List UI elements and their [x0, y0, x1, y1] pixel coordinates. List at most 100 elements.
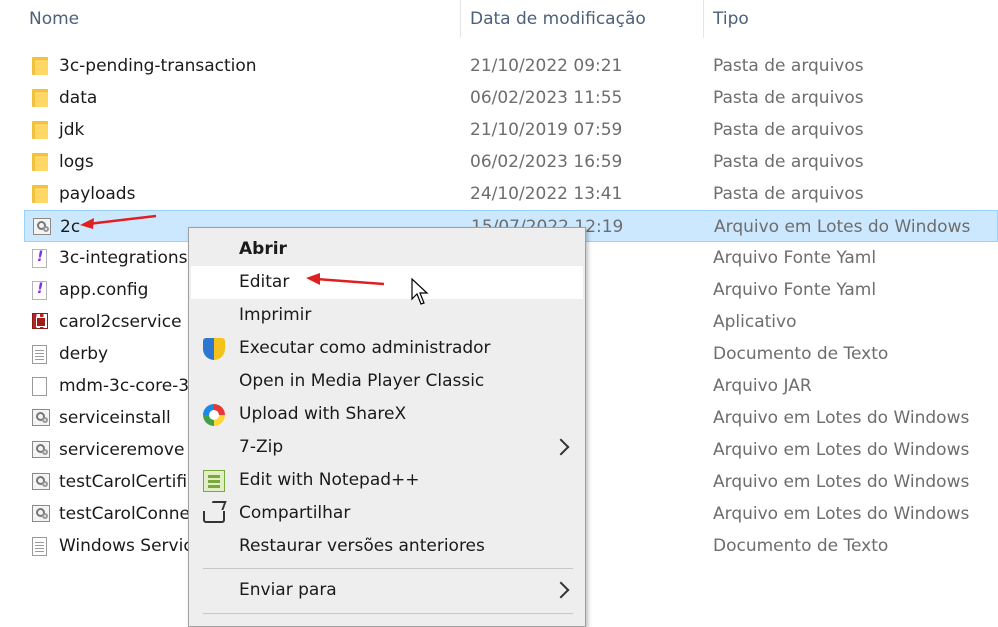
menu-item-label: Upload with ShareX — [239, 404, 407, 424]
file-date-modified: 24/10/2022 13:41 — [470, 184, 623, 204]
file-type: Arquivo em Lotes do Windows — [713, 440, 970, 460]
menu-item-label: Enviar para — [239, 580, 337, 600]
column-header-date[interactable]: Data de modificação — [470, 9, 646, 29]
gear-shape — [42, 417, 48, 423]
text-file-icon — [32, 537, 47, 556]
folder-front-shape — [35, 188, 48, 203]
file-type: Arquivo JAR — [713, 376, 812, 396]
menu-item-label: Imprimir — [239, 305, 312, 325]
menu-item-compartilhar[interactable]: Compartilhar — [191, 497, 583, 530]
file-date-modified: 06/02/2023 11:55 — [470, 88, 623, 108]
file-name: 3c-pending-transaction — [59, 56, 257, 76]
yaml-file-icon: ! — [32, 249, 47, 268]
sharex-icon — [203, 404, 225, 426]
menu-item-executar-como-administrador[interactable]: Executar como administrador — [191, 332, 583, 365]
file-name: jdk — [59, 120, 85, 140]
submenu-chevron-icon — [552, 581, 570, 599]
file-name: serviceremove — [59, 440, 185, 460]
file-type: Arquivo em Lotes do Windows — [713, 504, 970, 524]
folder-icon — [32, 89, 48, 107]
text-file-icon — [32, 345, 47, 364]
file-name: payloads — [59, 184, 136, 204]
column-divider[interactable] — [703, 0, 704, 38]
menu-item-label: Executar como administrador — [239, 338, 491, 358]
file-row[interactable]: logs 06/02/2023 16:59 Pasta de arquivos — [24, 146, 998, 178]
menu-item-editar[interactable]: Editar — [191, 266, 583, 299]
menu-item-open-in-media-player-classic[interactable]: Open in Media Player Classic — [191, 365, 583, 398]
cursor-arrow-shape — [411, 278, 429, 305]
file-type: Arquivo em Lotes do Windows — [714, 217, 971, 237]
batch-file-icon — [33, 218, 51, 235]
menu-item-abrir[interactable]: Abrir — [191, 233, 583, 266]
jar-file-icon — [32, 377, 47, 396]
file-name: derby — [59, 344, 109, 364]
gear-shape — [42, 513, 48, 519]
file-type: Arquivo Fonte Yaml — [713, 248, 877, 268]
column-header-type[interactable]: Tipo — [713, 9, 749, 29]
share-icon — [203, 511, 225, 523]
menu-item-label: Restaurar versões anteriores — [239, 536, 485, 556]
uac-shield-icon — [203, 338, 225, 360]
exclamation-glyph: ! — [37, 281, 44, 297]
file-type: Arquivo Fonte Yaml — [713, 280, 877, 300]
file-date-modified: 06/02/2023 16:59 — [470, 152, 623, 172]
menu-item-label: Edit with Notepad++ — [239, 470, 420, 490]
sort-caret-icon[interactable] — [229, 0, 245, 7]
batch-file-icon — [32, 409, 50, 426]
menu-item-restaurar-versoes-anteriores[interactable]: Restaurar versões anteriores — [191, 530, 583, 563]
column-divider[interactable] — [460, 0, 461, 38]
file-row[interactable]: jdk 21/10/2019 07:59 Pasta de arquivos — [24, 114, 998, 146]
file-name: testCarolCertifica — [59, 472, 207, 492]
file-row[interactable]: 3c-pending-transaction 21/10/2022 09:21 Pa… — [24, 50, 998, 82]
file-type: Documento de Texto — [713, 344, 889, 364]
file-date-modified: 21/10/2019 07:59 — [470, 120, 623, 140]
folder-icon — [32, 185, 48, 203]
file-type: Pasta de arquivos — [713, 56, 864, 76]
file-name: carol2cservice — [59, 312, 182, 332]
exclamation-glyph: ! — [37, 249, 44, 265]
file-type: Arquivo em Lotes do Windows — [713, 408, 970, 428]
file-type: Pasta de arquivos — [713, 152, 864, 172]
menu-item-label: Abrir — [239, 239, 287, 259]
notepad-plus-plus-icon — [203, 470, 225, 492]
file-name: mdm-3c-core-3. — [59, 376, 195, 396]
folder-front-shape — [35, 92, 48, 107]
file-row[interactable]: data 06/02/2023 11:55 Pasta de arquivos — [24, 82, 998, 114]
file-type: Pasta de arquivos — [713, 120, 864, 140]
batch-file-icon — [32, 441, 50, 458]
file-type: Pasta de arquivos — [713, 88, 864, 108]
gear-shape — [42, 481, 48, 487]
column-header-name[interactable]: Nome — [29, 9, 79, 29]
file-type: Aplicativo — [713, 312, 797, 332]
menu-separator — [203, 568, 573, 569]
file-name: testCarolConnec — [59, 504, 200, 524]
menu-item-label: Open in Media Player Classic — [239, 371, 485, 391]
menu-item-upload-with-sharex[interactable]: Upload with ShareX — [191, 398, 583, 431]
menu-item-7-zip[interactable]: 7-Zip — [191, 431, 583, 464]
file-type: Documento de Texto — [713, 536, 889, 556]
batch-file-icon — [32, 505, 50, 522]
folder-front-shape — [35, 124, 48, 139]
file-name: app.config — [59, 280, 149, 300]
column-header-bar: Nome Data de modificação Tipo — [0, 0, 998, 40]
folder-icon — [32, 153, 48, 171]
menu-item-imprimir[interactable]: Imprimir — [191, 299, 583, 332]
file-name: logs — [59, 152, 94, 172]
file-name: 3c-integrations — [59, 248, 188, 268]
file-type: Pasta de arquivos — [713, 184, 864, 204]
menu-separator — [203, 613, 573, 614]
folder-icon — [32, 57, 48, 75]
batch-file-icon — [32, 473, 50, 490]
file-row[interactable]: payloads 24/10/2022 13:41 Pasta de arquivo… — [24, 178, 998, 210]
submenu-chevron-icon — [552, 438, 570, 456]
menu-item-edit-with-notepad-plus-plus[interactable]: Edit with Notepad++ — [191, 464, 583, 497]
menu-item-enviar-para[interactable]: Enviar para — [191, 574, 583, 607]
file-name: serviceinstall — [59, 408, 171, 428]
file-type: Arquivo em Lotes do Windows — [713, 472, 970, 492]
folder-front-shape — [35, 60, 48, 75]
context-menu: Abrir Editar Imprimir Executar como admi… — [188, 227, 586, 627]
gear-shape — [43, 226, 49, 232]
mouse-cursor-icon — [411, 278, 429, 305]
menu-item-label: Compartilhar — [239, 503, 351, 523]
file-date-modified: 21/10/2022 09:21 — [470, 56, 623, 76]
